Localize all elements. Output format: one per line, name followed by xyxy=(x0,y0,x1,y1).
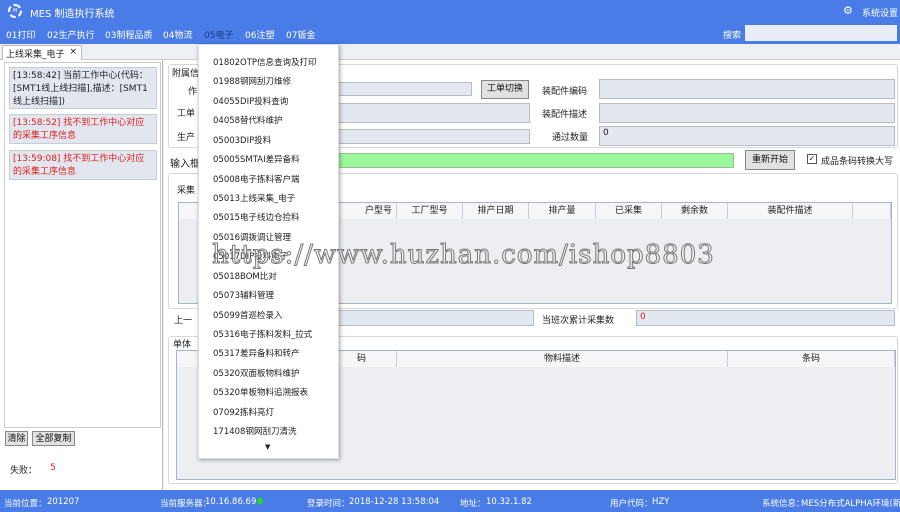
col-header: 条码 xyxy=(728,351,895,367)
assembly-code-label: 装配件编码 xyxy=(542,87,588,97)
single-title: 单体 xyxy=(173,340,192,350)
status-bar: 当前位置： 201207 当前服务器： 10.16.86.69 登录时间： 20… xyxy=(0,490,900,512)
server-value: 10.16.86.69 xyxy=(205,497,257,507)
col-header: 剩余数 xyxy=(662,203,728,219)
system-label: 系统信息： xyxy=(762,499,805,509)
menu-item[interactable]: 171408钢网刮刀清洗 xyxy=(213,425,296,437)
switch-order-button[interactable]: 工单切换 xyxy=(481,80,529,99)
search-label: 搜索 xyxy=(723,31,742,41)
location-value: 201207 xyxy=(47,497,80,507)
col-header: 排产日期 xyxy=(463,203,529,219)
work-center-field[interactable] xyxy=(334,82,472,96)
menu-item[interactable]: 05017DIP投料电子 xyxy=(213,250,288,262)
col-header: 排产量 xyxy=(529,203,596,219)
app-title: MES 制造执行系统 xyxy=(30,9,115,20)
assembly-code-field[interactable] xyxy=(599,79,895,99)
menu-item[interactable]: 04058替代料维护 xyxy=(213,114,283,126)
menu-item[interactable]: 05073辅料管理 xyxy=(213,289,274,301)
log-entry: [13:58:42] 当前工作中心(代码：[SMT1线上线扫描],描述：[SMT… xyxy=(9,67,157,109)
gear-logo-icon: M xyxy=(8,4,22,18)
col-header: 已采集 xyxy=(596,203,662,219)
menu-item[interactable]: 05016调拨调让管理 xyxy=(213,231,291,243)
assembly-desc-field[interactable] xyxy=(599,103,895,123)
address-label: 地址： xyxy=(460,499,486,509)
menu-logistics[interactable]: 04物流 xyxy=(163,28,192,41)
scan-input[interactable] xyxy=(334,153,734,168)
shift-count-label: 当班次累计采集数 xyxy=(542,316,615,326)
menu-injection[interactable]: 06注塑 xyxy=(245,28,274,41)
menu-production[interactable]: 02生产执行 xyxy=(47,28,94,41)
order-field[interactable] xyxy=(334,103,530,123)
server-label: 当前服务器： xyxy=(160,499,212,509)
login-label: 登录时间： xyxy=(307,499,350,509)
location-label: 当前位置： xyxy=(4,499,47,509)
settings-gear-icon[interactable]: ⚙ xyxy=(843,4,853,17)
label-prod: 生产 xyxy=(177,133,196,143)
server-status-dot-icon xyxy=(257,498,263,504)
menu-item[interactable]: 05013上线采集_电子 xyxy=(213,192,295,204)
col-header: 物料描述 xyxy=(397,351,728,367)
col-header: 工厂型号 xyxy=(397,203,463,219)
search-input[interactable] xyxy=(745,25,897,41)
log-entry: [13:59:08] 找不到工作中心对应的采集工序信息 xyxy=(9,150,157,180)
label-zuo: 作 xyxy=(188,87,198,97)
uppercase-label: 成品条码转换大写 xyxy=(821,157,894,167)
collect-title: 采集 xyxy=(177,186,196,196)
group-title: 附属信 xyxy=(172,69,200,79)
pass-count-field: 0 xyxy=(599,126,895,146)
menu-quality[interactable]: 03制程品质 xyxy=(105,28,152,41)
menu-item[interactable]: 05317差异备料和转产 xyxy=(213,347,300,359)
user-label: 用户代码： xyxy=(610,499,653,509)
menu-electronics[interactable]: 05电子 xyxy=(204,28,233,41)
menu-item[interactable]: 05003DIP投料 xyxy=(213,134,271,146)
label-order: 工单 xyxy=(177,109,196,119)
close-icon[interactable]: × xyxy=(69,47,77,57)
fail-count: 5 xyxy=(50,463,56,473)
input-label: 输入框 xyxy=(170,159,200,170)
last-label: 上一 xyxy=(174,316,193,326)
electronics-dropdown-menu: 01802OTP信息查询及打印 01988钢网刮刀维修 04055DIP投料查询… xyxy=(198,44,339,459)
menu-item[interactable]: 07092拣料亮灯 xyxy=(213,406,274,418)
fail-label: 失败： xyxy=(10,466,38,476)
menu-item[interactable]: 05320双面板物料维护 xyxy=(213,367,300,379)
scroll-down-arrow-icon[interactable]: ▼ xyxy=(265,443,270,451)
settings-link[interactable]: 系统设置 xyxy=(862,6,898,19)
menu-item[interactable]: 05320单板物料追溯报表 xyxy=(213,386,308,398)
user-value: HZY xyxy=(652,497,670,507)
system-value: MES分布式ALPHA环境(新話 xyxy=(801,499,900,509)
menu-item[interactable]: 05099首巡检录入 xyxy=(213,309,283,321)
title-bar: M MES 制造执行系统 ⚙ 系统设置 xyxy=(0,0,900,22)
tab-label: 上线采集_电子 xyxy=(6,50,65,60)
col-header: 装配件描述 xyxy=(728,203,853,219)
shift-count-field: 0 xyxy=(636,310,895,326)
clear-button[interactable]: 清除 xyxy=(5,431,28,446)
menu-item[interactable]: 05015电子线边仓捡料 xyxy=(213,211,300,223)
assembly-desc-label: 装配件描述 xyxy=(542,110,588,120)
col-header xyxy=(853,203,891,219)
prod-field[interactable] xyxy=(334,129,530,144)
tab-strip: 上线采集_电子 × xyxy=(0,44,900,60)
last-field xyxy=(338,310,534,326)
menu-item[interactable]: 05008电子拣料客户端 xyxy=(213,173,300,185)
menu-item[interactable]: 05005SMTAI差异备料 xyxy=(213,153,300,165)
log-panel: [13:58:42] 当前工作中心(代码：[SMT1线上线扫描],描述：[SMT… xyxy=(0,60,163,490)
address-value: 10.32.1.82 xyxy=(486,497,532,507)
main-menu: 01打印 02生产执行 03制程品质 04物流 05电子 06注塑 07钣金 搜… xyxy=(0,22,900,44)
menu-item[interactable]: 05316电子拣料发料_拉式 xyxy=(213,328,312,340)
copy-all-button[interactable]: 全部复制 xyxy=(32,431,75,446)
login-time: 2018-12-28 13:58:04 xyxy=(349,497,440,507)
menu-item[interactable]: 01802OTP信息查询及打印 xyxy=(213,56,317,68)
uppercase-checkbox[interactable]: ✓ xyxy=(807,154,817,164)
menu-print[interactable]: 01打印 xyxy=(6,28,35,41)
menu-sheet-metal[interactable]: 07钣金 xyxy=(286,28,315,41)
menu-item[interactable]: 04055DIP投料查询 xyxy=(213,95,288,107)
tab-online-collect[interactable]: 上线采集_电子 × xyxy=(2,45,82,60)
restart-button[interactable]: 重新开始 xyxy=(745,150,795,170)
menu-item[interactable]: 01988钢网刮刀维修 xyxy=(213,75,291,87)
log-entry: [13:58:52] 找不到工作中心对应的采集工序信息 xyxy=(9,114,157,144)
menu-item[interactable]: 05018BOM比对 xyxy=(213,270,277,282)
pass-count-label: 通过数量 xyxy=(552,133,589,143)
